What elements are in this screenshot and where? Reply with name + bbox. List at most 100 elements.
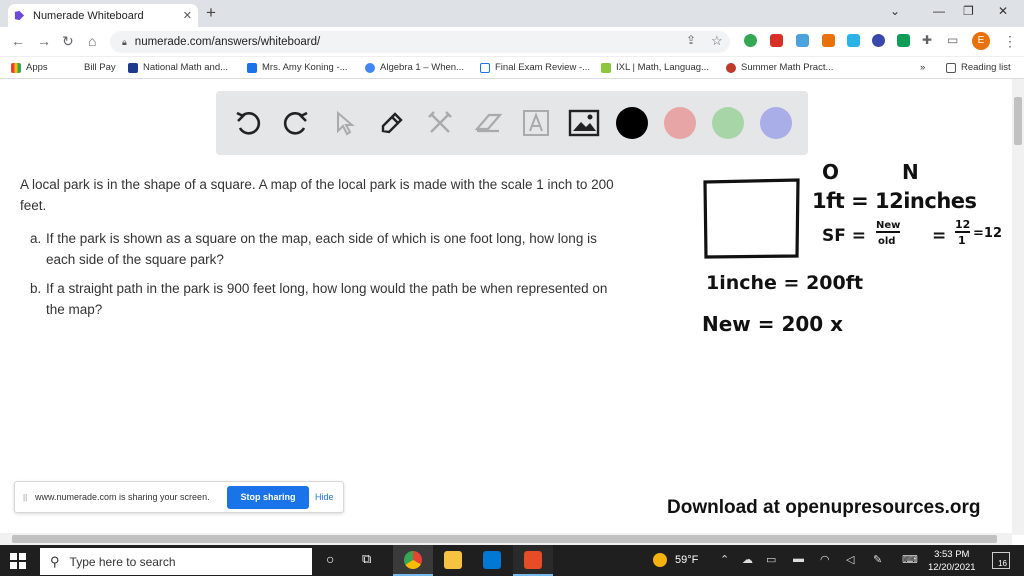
question-intro: A local park is in the shape of a square… <box>20 177 614 213</box>
share-icon[interactable]: ⇪ <box>686 33 696 47</box>
bookmark-ixl[interactable]: IXL | Math, Languag... <box>601 62 709 73</box>
bookmark-label: Apps <box>26 62 48 73</box>
horizontal-scrollbar[interactable] <box>0 533 1012 545</box>
pen-icon[interactable] <box>374 105 410 141</box>
hand-equals: = <box>932 226 947 246</box>
question-part-a: a. If the park is shown as a square on t… <box>14 228 624 270</box>
pen-workspace-icon[interactable]: ✎ <box>873 553 882 566</box>
keyboard-icon[interactable]: ⌨ <box>902 553 918 566</box>
apps-grid-icon <box>11 62 21 73</box>
task-view-icon[interactable]: ⧉ <box>362 551 371 567</box>
doc-icon <box>480 62 490 73</box>
bookmark-apps[interactable]: Apps <box>11 62 48 73</box>
browser-tab-strip: Numerade Whiteboard ✕ + ⌄ — ❐ ✕ <box>0 0 1024 27</box>
redo-icon[interactable] <box>278 105 314 141</box>
extension-cyan-icon[interactable] <box>847 34 860 47</box>
minimize-icon[interactable]: — <box>933 4 945 18</box>
cortana-icon[interactable]: ○ <box>326 551 334 567</box>
browser-tab[interactable]: Numerade Whiteboard ✕ <box>8 4 198 27</box>
search-placeholder: Type here to search <box>69 554 176 569</box>
new-tab-icon[interactable]: + <box>206 3 216 23</box>
reload-icon[interactable]: ↻ <box>62 33 74 50</box>
close-window-icon[interactable]: ✕ <box>998 4 1008 18</box>
bookmark-summer-math[interactable]: Summer Math Pract... <box>726 62 833 73</box>
home-icon[interactable]: ⌂ <box>88 33 96 49</box>
bookmarks-overflow[interactable]: » <box>920 62 925 73</box>
tools-icon[interactable] <box>422 105 458 141</box>
file-explorer-icon[interactable] <box>444 551 462 569</box>
bookmark-bill-pay[interactable]: Bill Pay <box>84 62 116 73</box>
wifi-icon[interactable]: ◠ <box>820 553 830 566</box>
bookmark-final-exam[interactable]: Final Exam Review -... <box>480 62 590 73</box>
part-text: If the park is shown as a square on the … <box>46 231 597 267</box>
notifications-icon[interactable]: 16 <box>992 552 1010 569</box>
onedrive-icon[interactable]: ☁ <box>742 553 753 566</box>
windows-start-icon[interactable] <box>10 553 26 569</box>
menu-dots-icon[interactable]: ⋮ <box>1003 33 1017 50</box>
battery-icon[interactable]: ▬ <box>793 553 804 565</box>
clock-time: 3:53 PM <box>934 549 970 560</box>
tab-search-icon[interactable]: ⌄ <box>890 4 900 18</box>
bookmark-star-icon[interactable]: ☆ <box>711 33 723 49</box>
pointer-icon[interactable] <box>326 105 362 141</box>
part-label: b. <box>30 281 42 296</box>
bookmark-label: Summer Math Pract... <box>741 62 834 73</box>
app-taskbar-item[interactable] <box>513 545 553 576</box>
bookmark-national-math[interactable]: National Math and... <box>128 62 228 73</box>
back-icon[interactable]: ← <box>11 33 25 49</box>
url-field[interactable]: 🔒︎ numerade.com/answers/whiteboard/ <box>110 31 730 53</box>
close-tab-icon[interactable]: ✕ <box>183 9 192 22</box>
restore-icon[interactable]: ❐ <box>963 4 974 18</box>
extension-k-icon[interactable] <box>872 34 885 47</box>
forward-icon[interactable]: → <box>37 33 51 49</box>
whiteboard-toolbar <box>216 91 808 155</box>
extension-red-icon[interactable] <box>770 34 783 47</box>
eraser-icon[interactable] <box>470 105 506 141</box>
hand-n-label: N <box>902 160 919 184</box>
taskbar-search-input[interactable]: ⚲ Type here to search <box>40 548 312 575</box>
color-purple-swatch[interactable] <box>760 107 792 139</box>
vertical-scroll-thumb[interactable] <box>1014 97 1022 145</box>
horizontal-scroll-thumb[interactable] <box>12 535 997 543</box>
taskbar-clock[interactable]: 3:53 PM 12/20/2021 <box>928 548 976 574</box>
chrome-taskbar-active[interactable] <box>393 545 433 576</box>
color-black-swatch[interactable] <box>616 107 648 139</box>
hand-line-3: 1inche = 200ft <box>706 272 864 294</box>
question-text: A local park is in the shape of a square… <box>14 174 624 320</box>
stop-sharing-button[interactable]: Stop sharing <box>227 486 309 509</box>
screen-sharing-bar: || www.numerade.com is sharing your scre… <box>14 481 344 513</box>
vertical-scrollbar[interactable] <box>1012 79 1024 535</box>
site-icon <box>726 62 736 73</box>
hand-line-1: 1ft = 12inches <box>812 189 977 213</box>
bookmark-algebra-1[interactable]: Algebra 1 – When... <box>365 62 464 73</box>
hand-line-4: New = 200 x <box>702 312 844 336</box>
undo-icon[interactable] <box>230 105 266 141</box>
hide-button[interactable]: Hide <box>315 492 334 502</box>
volume-icon[interactable]: ◁ <box>846 553 854 566</box>
color-green-swatch[interactable] <box>712 107 744 139</box>
bookmark-amy-koning[interactable]: Mrs. Amy Koning -... <box>247 62 348 73</box>
windows-taskbar: ⚲ Type here to search ○ ⧉ 59°F ⌃ ☁ ▭ ▬ ◠… <box>0 545 1024 576</box>
extension-orange-icon[interactable] <box>822 34 835 47</box>
hand-frac-num: New <box>876 220 901 233</box>
color-pink-swatch[interactable] <box>664 107 696 139</box>
hand-frac-den: old <box>878 236 896 247</box>
profile-avatar[interactable]: E <box>972 32 990 50</box>
text-icon[interactable] <box>518 105 554 141</box>
drag-handle-icon[interactable]: || <box>23 493 27 502</box>
cast-icon[interactable]: ▭ <box>947 33 958 47</box>
extension-blue-icon[interactable] <box>796 34 809 47</box>
weather-widget[interactable]: 59°F <box>653 553 698 567</box>
extensions-puzzle-icon[interactable]: ✚ <box>922 33 932 47</box>
bookmark-label: IXL | Math, Languag... <box>616 62 709 73</box>
show-hidden-icons-icon[interactable]: ⌃ <box>720 553 729 566</box>
tab-title: Numerade Whiteboard <box>33 9 144 22</box>
reading-list-button[interactable]: Reading list <box>946 62 1011 73</box>
extension-green-icon[interactable] <box>744 34 757 47</box>
store-icon[interactable] <box>483 551 501 569</box>
extension-check-icon[interactable] <box>897 34 910 47</box>
screen: Numerade Whiteboard ✕ + ⌄ — ❐ ✕ ← → ↻ ⌂ … <box>0 0 1024 576</box>
reading-list-label: Reading list <box>961 62 1011 73</box>
image-icon[interactable] <box>566 105 602 141</box>
network-icon[interactable]: ▭ <box>766 553 776 566</box>
